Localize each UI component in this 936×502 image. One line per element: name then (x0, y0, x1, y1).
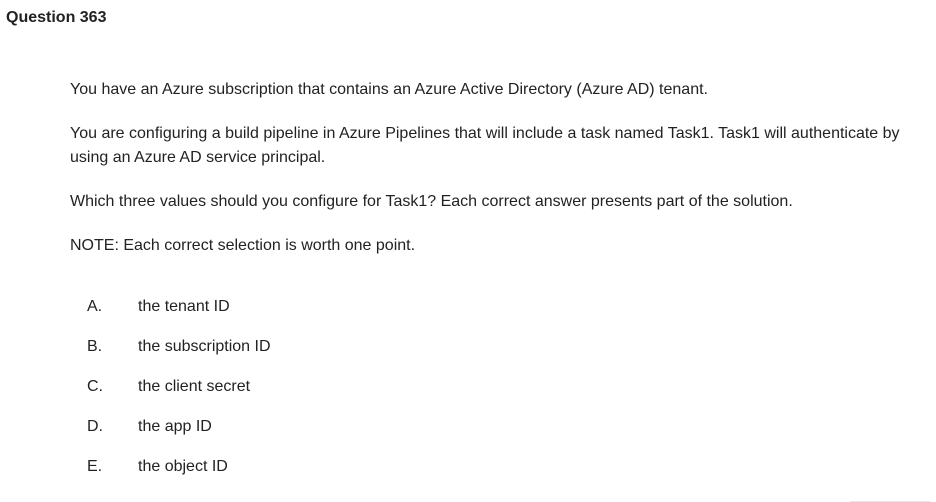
question-body: You have an Azure subscription that cont… (70, 78, 920, 278)
option-text: the client secret (138, 378, 251, 395)
answer-option-b[interactable]: B. the subscription ID (87, 336, 271, 376)
option-letter: D. (87, 418, 103, 435)
answer-option-d[interactable]: D. the app ID (87, 416, 271, 456)
option-letter: B. (87, 338, 103, 355)
option-text: the tenant ID (138, 298, 230, 315)
question-paragraph-note: NOTE: Each correct selection is worth on… (70, 237, 416, 254)
question-title: Question 363 (6, 9, 107, 26)
question-paragraph-scenario: You are configuring a build pipeline in … (70, 125, 900, 166)
option-letter: C. (87, 378, 103, 395)
answer-option-a[interactable]: A. the tenant ID (87, 296, 271, 336)
option-text: the subscription ID (138, 338, 271, 355)
answer-options: A. the tenant ID B. the subscription ID … (87, 296, 271, 496)
option-text: the app ID (138, 418, 212, 435)
option-text: the object ID (138, 458, 228, 475)
question-paragraph-context: You have an Azure subscription that cont… (70, 81, 708, 98)
question-paragraph-prompt: Which three values should you configure … (70, 193, 793, 210)
answer-option-e[interactable]: E. the object ID (87, 456, 271, 496)
option-letter: E. (87, 458, 103, 475)
answer-option-c[interactable]: C. the client secret (87, 376, 271, 416)
option-letter: A. (87, 298, 103, 315)
